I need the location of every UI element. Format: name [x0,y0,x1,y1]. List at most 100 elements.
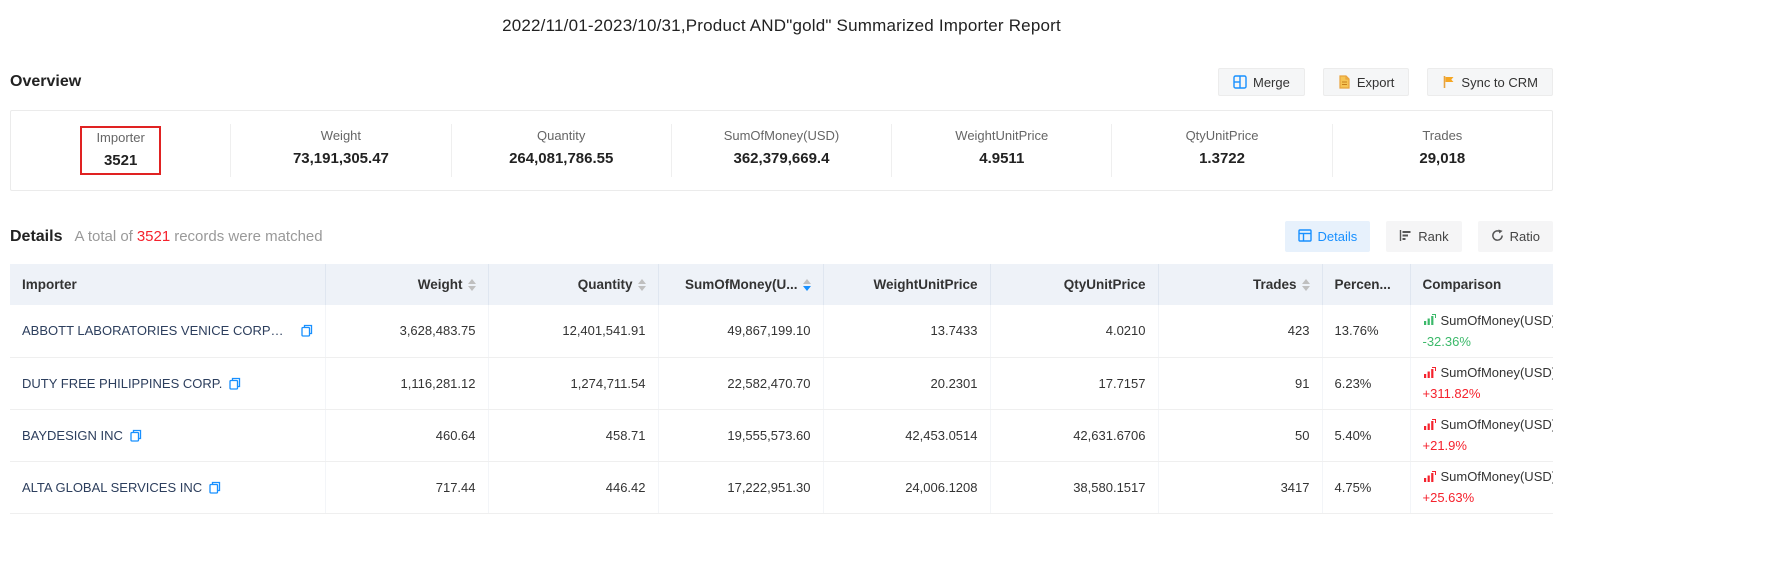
column-header-weight-unit-price: WeightUnitPrice [823,264,990,305]
mini-chart-icon[interactable] [1423,314,1436,326]
copy-icon[interactable] [229,377,241,390]
quantity-cell: 1,274,711.54 [488,357,658,409]
match-prefix: A total of [74,228,132,245]
match-text: A total of3521records were matched [74,228,322,245]
column-header-comparison: Comparison [1410,264,1553,305]
ratio-tab-icon [1491,229,1504,244]
qty-unit-price-cell: 17.7157 [990,357,1158,409]
stat-sum-of-money: SumOfMoney(USD) 362,379,669.4 [672,124,892,177]
tab-ratio-label: Ratio [1510,230,1540,243]
importer-name-link[interactable]: BAYDESIGN INC [22,428,123,443]
stat-value: 29,018 [1419,150,1465,167]
mini-chart-icon[interactable] [1423,367,1436,379]
details-bar: Details A total of3521records were match… [10,221,1553,252]
percent-cell: 13.76% [1322,305,1410,357]
comparison-metric-label: SumOfMoney(USD) [1441,310,1554,331]
tab-details[interactable]: Details [1285,221,1371,252]
sync-to-crm-button[interactable]: Sync to CRM [1427,68,1553,96]
stat-label: Quantity [509,128,613,143]
sum-of-money-cell: 22,582,470.70 [658,357,823,409]
mini-chart-icon[interactable] [1423,419,1436,431]
sync-to-crm-button-label: Sync to CRM [1461,76,1538,89]
stat-value: 362,379,669.4 [724,150,840,167]
table-row: ALTA GLOBAL SERVICES INC 717.44 446.42 1… [10,461,1553,513]
comparison-metric-label: SumOfMoney(USD) [1441,362,1554,383]
comparison-percent: +25.63% [1423,487,1542,508]
tab-details-label: Details [1318,230,1358,243]
weight-unit-price-cell: 13.7433 [823,305,990,357]
qty-unit-price-cell: 4.0210 [990,305,1158,357]
copy-icon[interactable] [301,324,313,337]
merge-button[interactable]: Merge [1218,68,1305,96]
trades-cell: 3417 [1158,461,1322,513]
weight-cell: 3,628,483.75 [325,305,488,357]
tab-rank[interactable]: Rank [1386,221,1461,252]
sum-of-money-cell: 19,555,573.60 [658,409,823,461]
match-suffix: records were matched [174,228,322,245]
sort-icon [1302,279,1310,291]
tab-ratio[interactable]: Ratio [1478,221,1553,252]
stat-value: 1.3722 [1186,150,1259,167]
percent-cell: 4.75% [1322,461,1410,513]
stat-label: Importer [96,130,144,145]
weight-cell: 1,116,281.12 [325,357,488,409]
column-header-quantity[interactable]: Quantity [488,264,658,305]
comparison-cell: SumOfMoney(USD) +25.63% [1423,466,1542,508]
copy-icon[interactable] [130,429,142,442]
comparison-cell: SumOfMoney(USD) +311.82% [1423,362,1542,404]
export-button[interactable]: Export [1323,68,1410,96]
stat-weight-unit-price: WeightUnitPrice 4.9511 [892,124,1112,177]
comparison-percent: +311.82% [1423,383,1542,404]
comparison-percent: -32.36% [1423,331,1542,352]
tab-rank-label: Rank [1418,230,1448,243]
merge-icon [1233,75,1247,89]
rank-tab-icon [1399,229,1412,244]
stat-trades: Trades 29,018 [1333,124,1552,177]
importer-stat-highlight: Importer 3521 [80,126,160,175]
column-header-sum-of-money[interactable]: SumOfMoney(U... [658,264,823,305]
table-header-row: Importer Weight Quantity SumOfMoney(U... [10,264,1553,305]
importer-name-link[interactable]: DUTY FREE PHILIPPINES CORP. [22,376,222,391]
trades-cell: 50 [1158,409,1322,461]
page-title: 2022/11/01-2023/10/31,Product AND"gold" … [10,0,1553,36]
percent-cell: 6.23% [1322,357,1410,409]
column-header-qty-unit-price: QtyUnitPrice [990,264,1158,305]
comparison-percent: +21.9% [1423,435,1542,456]
stat-label: SumOfMoney(USD) [724,128,840,143]
weight-cell: 717.44 [325,461,488,513]
column-header-trades[interactable]: Trades [1158,264,1322,305]
percent-cell: 5.40% [1322,409,1410,461]
mini-chart-icon[interactable] [1423,471,1436,483]
table-row: ABBOTT LABORATORIES VENICE CORPORAT... 3… [10,305,1553,357]
export-button-label: Export [1357,76,1395,89]
stat-value: 3521 [96,152,144,169]
sync-to-crm-icon [1442,75,1455,89]
overview-stats-box: Importer 3521 Weight 73,191,305.47 Quant… [10,110,1553,191]
weight-cell: 460.64 [325,409,488,461]
importer-name-link[interactable]: ALTA GLOBAL SERVICES INC [22,480,202,495]
sort-icon [638,279,646,291]
sort-icon [803,279,811,291]
weight-unit-price-cell: 42,453.0514 [823,409,990,461]
overview-heading: Overview [10,73,81,91]
comparison-metric-label: SumOfMoney(USD) [1441,414,1554,435]
toolbar: Merge Export Sync to CRM [1218,68,1553,96]
details-heading: Details [10,228,62,246]
quantity-cell: 12,401,541.91 [488,305,658,357]
stat-weight: Weight 73,191,305.47 [231,124,451,177]
comparison-cell: SumOfMoney(USD) -32.36% [1423,310,1542,352]
stat-value: 264,081,786.55 [509,150,613,167]
overview-bar: Overview Merge Export Sync to CRM [10,68,1553,96]
importer-name-link[interactable]: ABBOTT LABORATORIES VENICE CORPORAT... [22,323,294,338]
match-count: 3521 [133,228,174,245]
sum-of-money-cell: 49,867,199.10 [658,305,823,357]
copy-icon[interactable] [209,481,221,494]
weight-unit-price-cell: 20.2301 [823,357,990,409]
table-row: BAYDESIGN INC 460.64 458.71 19,555,573.6… [10,409,1553,461]
qty-unit-price-cell: 38,580.1517 [990,461,1158,513]
column-header-weight[interactable]: Weight [325,264,488,305]
quantity-cell: 458.71 [488,409,658,461]
stat-value: 73,191,305.47 [293,150,389,167]
column-header-percent: Percen... [1322,264,1410,305]
quantity-cell: 446.42 [488,461,658,513]
